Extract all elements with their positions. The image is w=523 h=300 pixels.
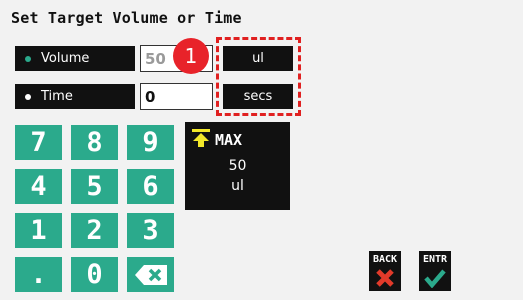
max-unit: ul xyxy=(231,178,244,194)
max-label: MAX xyxy=(215,131,243,149)
volume-mode-label: Volume xyxy=(41,51,90,66)
key-4[interactable]: 4 xyxy=(15,169,62,204)
radio-unselected-icon xyxy=(25,93,31,100)
back-button[interactable]: BACK xyxy=(369,251,401,291)
backspace-icon xyxy=(134,264,167,285)
max-button[interactable]: MAX 50 ul xyxy=(185,122,290,210)
key-7[interactable]: 7 xyxy=(15,125,62,160)
back-label: BACK xyxy=(372,254,398,265)
max-value: 50 xyxy=(228,158,247,174)
key-6[interactable]: 6 xyxy=(127,169,174,204)
time-value-field[interactable]: 0 xyxy=(140,83,213,110)
callout-badge: 1 xyxy=(173,38,209,74)
key-0[interactable]: 0 xyxy=(71,257,118,292)
key-backspace[interactable] xyxy=(127,257,174,292)
radio-selected-icon xyxy=(25,55,31,62)
time-mode-button[interactable]: Time xyxy=(15,84,135,109)
key-9[interactable]: 9 xyxy=(127,125,174,160)
page-title: Set Target Volume or Time xyxy=(11,9,242,27)
volume-mode-button[interactable]: Volume xyxy=(15,46,135,71)
max-arrow-icon xyxy=(192,129,210,147)
time-mode-label: Time xyxy=(41,89,73,104)
key-2[interactable]: 2 xyxy=(71,213,118,248)
key-1[interactable]: 1 xyxy=(15,213,62,248)
key-3[interactable]: 3 xyxy=(127,213,174,248)
time-unit-button[interactable]: secs xyxy=(223,84,293,109)
key-decimal[interactable]: . xyxy=(15,257,62,292)
volume-unit-button[interactable]: ul xyxy=(223,46,293,71)
key-8[interactable]: 8 xyxy=(71,125,118,160)
checkmark-icon xyxy=(424,269,446,288)
enter-button[interactable]: ENTR xyxy=(419,251,451,291)
enter-label: ENTR xyxy=(422,254,448,265)
key-5[interactable]: 5 xyxy=(71,169,118,204)
cancel-x-icon xyxy=(376,269,394,287)
